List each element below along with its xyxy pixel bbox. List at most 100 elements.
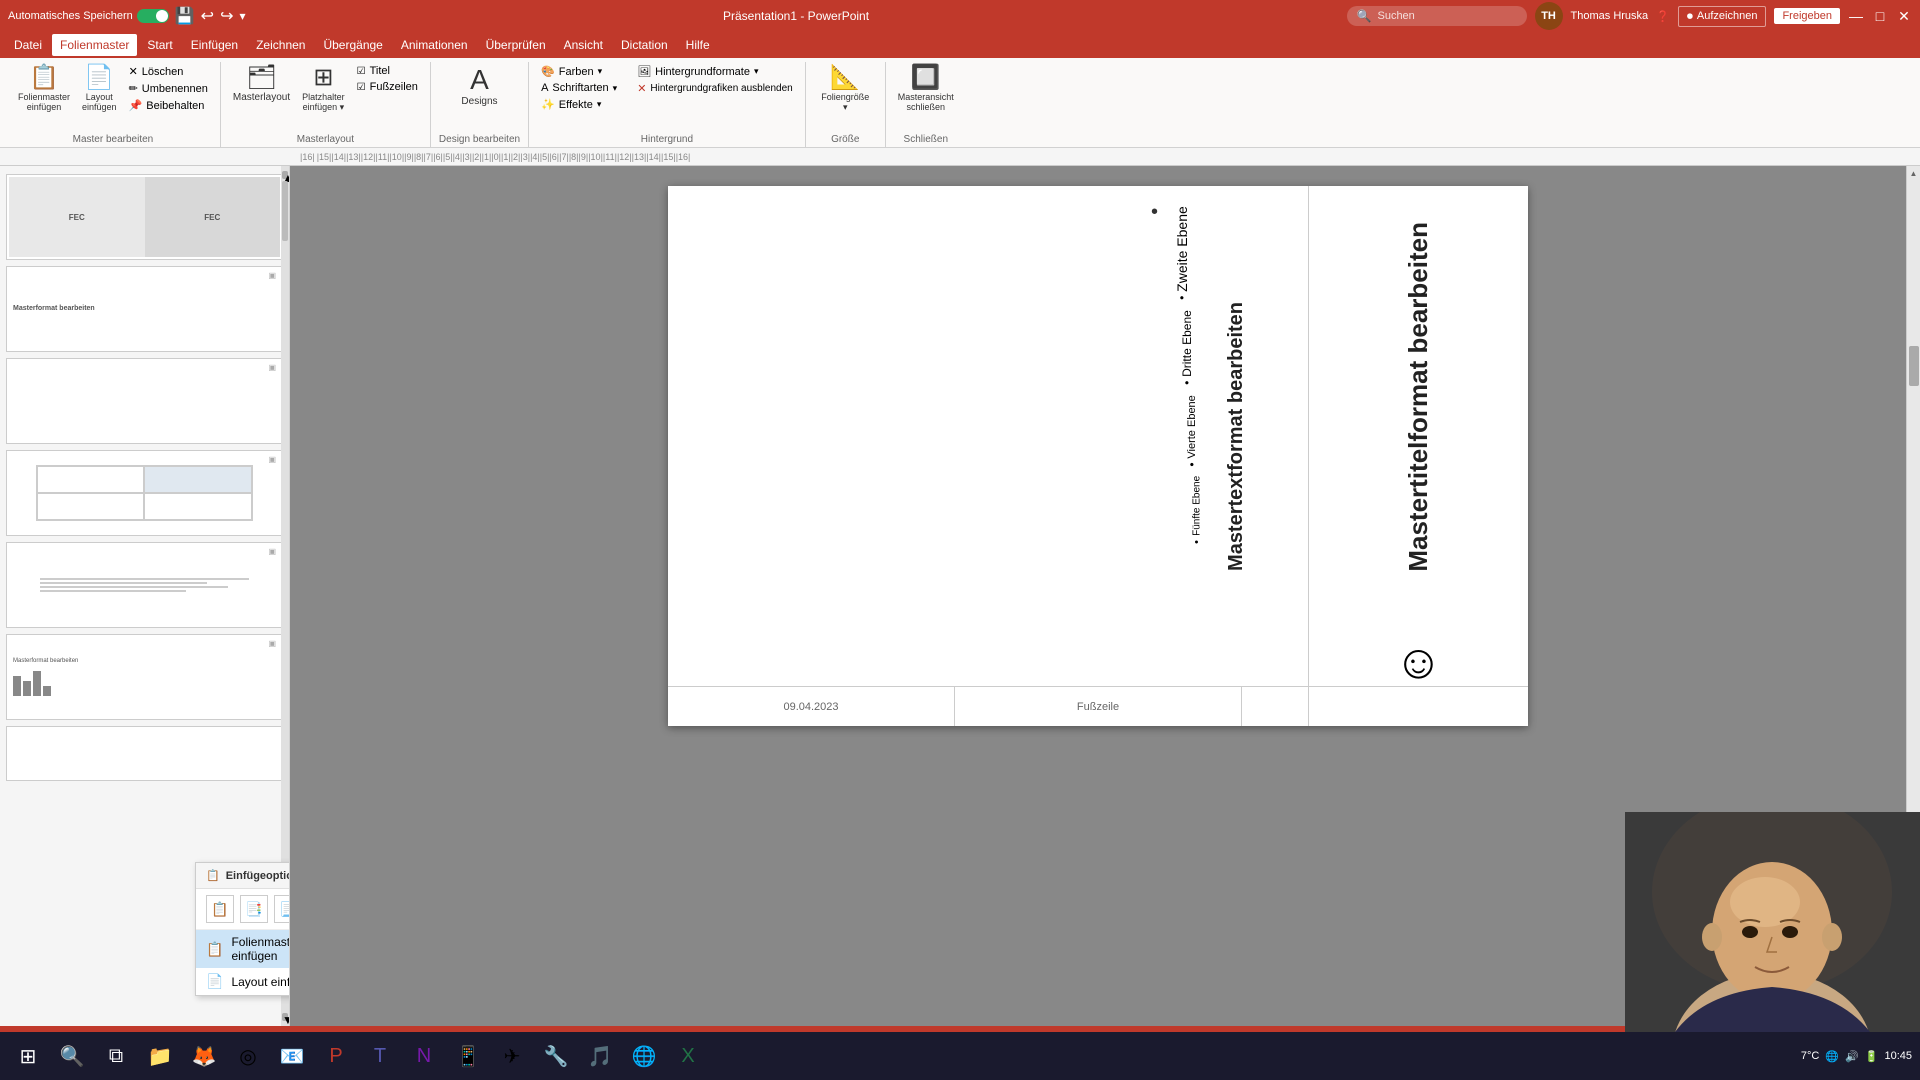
window-title: Präsentation1 - PowerPoint <box>723 9 869 23</box>
popup-item-layout[interactable]: 📄 Layout einfügen <box>196 968 290 995</box>
masterlayout-btn[interactable]: 🗂 Masterlayout <box>229 64 294 105</box>
bullet-2: • Dritte Ebene <box>1166 310 1208 385</box>
popup-item-2-label: Layout einfügen <box>231 975 290 989</box>
effekte-btn[interactable]: ✨Effekte ▾ <box>537 97 621 112</box>
help-icon[interactable]: ❓ <box>1656 10 1670 23</box>
farben-btn[interactable]: 🎨Farben ▾ <box>537 64 621 79</box>
explorer-btn[interactable]: 📁 <box>140 1036 180 1076</box>
webcam-overlay <box>1625 812 1906 1026</box>
undo-icon[interactable]: ↩ <box>201 6 214 26</box>
viber-btn[interactable]: 📱 <box>448 1036 488 1076</box>
loeschen-btn[interactable]: ✕Löschen <box>125 64 212 79</box>
menu-datei[interactable]: Datei <box>6 34 50 56</box>
menu-dictation[interactable]: Dictation <box>613 34 676 56</box>
excel-btn[interactable]: X <box>668 1036 708 1076</box>
app2-btn[interactable]: 🎵 <box>580 1036 620 1076</box>
menu-uebergaenge[interactable]: Übergänge <box>315 34 390 56</box>
layout-small-btns: ☑Titel ☑Fußzeilen <box>353 64 422 94</box>
taskview-btn[interactable]: ⧉ <box>96 1036 136 1076</box>
search-box[interactable]: 🔍 Suchen <box>1347 6 1527 26</box>
search-taskbar-btn[interactable]: 🔍 <box>52 1036 92 1076</box>
slide-thumb-4-inner: ▣ <box>9 453 280 533</box>
canvas-area[interactable]: Mastertitelformat bearbeiten ☺ Mastertex… <box>290 166 1906 1026</box>
share-button[interactable]: Freigeben <box>1774 8 1840 24</box>
scroll-up-arrow[interactable]: ▲ <box>1907 166 1920 180</box>
onenote-btn[interactable]: N <box>404 1036 444 1076</box>
chrome-btn[interactable]: ◎ <box>228 1036 268 1076</box>
scrollbar-thumb[interactable] <box>282 181 288 241</box>
autosave-toggle[interactable]: Automatisches Speichern <box>8 9 169 23</box>
designs-label: Designs <box>461 96 497 107</box>
ribbon-group-design: A Designs Design bearbeiten <box>431 62 529 147</box>
user-avatar[interactable]: TH <box>1535 2 1563 30</box>
menu-folienmaster[interactable]: Folienmaster <box>52 34 137 56</box>
scroll-thumb[interactable] <box>1909 346 1919 386</box>
autosave-switch[interactable] <box>137 9 169 23</box>
slide-panel[interactable]: FEC FEC ▣ Masterformat bearbeiten ▣ ▣ <box>0 166 290 1026</box>
fusszeilen-toggle[interactable]: ☑Fußzeilen <box>353 80 422 94</box>
redo-icon[interactable]: ↪ <box>220 6 233 26</box>
foliengroesse-btn[interactable]: 📐 Foliengröße▾ <box>817 64 873 115</box>
firefox-btn[interactable]: 🦊 <box>184 1036 224 1076</box>
app3-btn[interactable]: 🌐 <box>624 1036 664 1076</box>
popup-header-icon: 📋 <box>206 869 220 882</box>
designs-btn[interactable]: A Designs <box>457 64 501 109</box>
maximize-btn[interactable]: □ <box>1872 8 1888 24</box>
taskbar: ⊞ 🔍 ⧉ 📁 🦊 ◎ 📧 P T N 📱 ✈ 🔧 🎵 🌐 X 7°C 🌐 🔊 … <box>0 1032 1920 1080</box>
menu-einfuegen[interactable]: Einfügen <box>183 34 246 56</box>
taskbar-network-icon[interactable]: 🌐 <box>1825 1050 1839 1063</box>
telegram-btn[interactable]: ✈ <box>492 1036 532 1076</box>
slide-thumb-5[interactable]: ▣ <box>6 542 283 628</box>
hintergrundformate-btn[interactable]: 🖼Hintergrundformate ▾ <box>633 64 797 79</box>
slide-thumb-1[interactable]: FEC FEC <box>6 174 283 260</box>
slide-thumb-5-inner: ▣ <box>9 545 280 625</box>
platzhalter-btn[interactable]: ⊞ Platzhaltereinfügen ▾ <box>298 64 349 115</box>
menu-ansicht[interactable]: Ansicht <box>556 34 611 56</box>
folienmaster-einfuegen-btn[interactable]: 📋 Folienmastereinfügen <box>14 64 74 114</box>
paste-icon-btn-1[interactable]: 📋 <box>206 895 234 923</box>
titel-label: Titel <box>370 65 390 77</box>
windows-start-btn[interactable]: ⊞ <box>8 1036 48 1076</box>
taskbar-battery-icon[interactable]: 🔋 <box>1865 1050 1879 1063</box>
scrollbar-arrow-up[interactable]: ▲ <box>282 171 288 179</box>
record-button[interactable]: ⏺ Aufzeichnen <box>1678 6 1767 27</box>
slide-thumb-4[interactable]: ▣ <box>6 450 283 536</box>
close-btn[interactable]: ✕ <box>1896 8 1912 24</box>
menu-start[interactable]: Start <box>139 34 180 56</box>
taskbar-speaker-icon[interactable]: 🔊 <box>1845 1050 1859 1063</box>
menu-zeichnen[interactable]: Zeichnen <box>248 34 313 56</box>
ruler-content: |16||15||14||13||12||11||10||9||8||7||6|… <box>300 152 690 162</box>
popup-item-folienmaster[interactable]: 📋 Folienmaster einfügen <box>196 930 290 968</box>
outlook-btn[interactable]: 📧 <box>272 1036 312 1076</box>
beibehalten-btn[interactable]: 📌Beibehalten <box>125 98 212 113</box>
layout-einfuegen-btn[interactable]: 📄 Layouteinfügen <box>78 64 121 114</box>
masteransicht-schliessen-btn[interactable]: 🔲 Masteransichtschließen <box>894 64 958 114</box>
titel-toggle[interactable]: ☑Titel <box>353 64 422 78</box>
effekte-label: Effekte <box>559 99 593 111</box>
menu-ueberpruefen[interactable]: Überprüfen <box>478 34 554 56</box>
umbenennen-btn[interactable]: ✏Umbenennen <box>125 81 212 96</box>
ppt-btn[interactable]: P <box>316 1036 356 1076</box>
masterlayout-group-label: Masterlayout <box>229 131 422 145</box>
save-icon[interactable]: 💾 <box>175 6 195 26</box>
ribbon-group-master: 📋 Folienmastereinfügen 📄 Layouteinfügen … <box>6 62 221 147</box>
slide-thumb-7[interactable] <box>6 726 283 781</box>
schriftarten-btn[interactable]: ASchriftarten ▾ <box>537 81 621 95</box>
paste-icon-btn-2[interactable]: 📑 <box>240 895 268 923</box>
record-icon: ⏺ <box>1687 9 1693 24</box>
app1-btn[interactable]: 🔧 <box>536 1036 576 1076</box>
quickaccess-icon[interactable]: ▾ <box>239 9 245 23</box>
slide-thumb-3[interactable]: ▣ <box>6 358 283 444</box>
slide-thumb-6[interactable]: ▣ Masterformat bearbeiten <box>6 634 283 720</box>
menu-hilfe[interactable]: Hilfe <box>678 34 718 56</box>
hintergrundgrafiken-btn[interactable]: ✕Hintergrundgrafiken ausblenden <box>633 81 797 96</box>
autosave-label: Automatisches Speichern <box>8 10 133 22</box>
bullet-4: • Fünfte Ebene <box>1186 476 1208 544</box>
slide-thumb-2[interactable]: ▣ Masterformat bearbeiten <box>6 266 283 352</box>
scrollbar-arrow-down[interactable]: ▼ <box>282 1013 288 1021</box>
paste-icon-btn-3[interactable]: 📃 <box>274 895 290 923</box>
teams-btn[interactable]: T <box>360 1036 400 1076</box>
main-area: FEC FEC ▣ Masterformat bearbeiten ▣ ▣ <box>0 166 1920 1026</box>
minimize-btn[interactable]: — <box>1848 8 1864 24</box>
menu-animationen[interactable]: Animationen <box>393 34 476 56</box>
